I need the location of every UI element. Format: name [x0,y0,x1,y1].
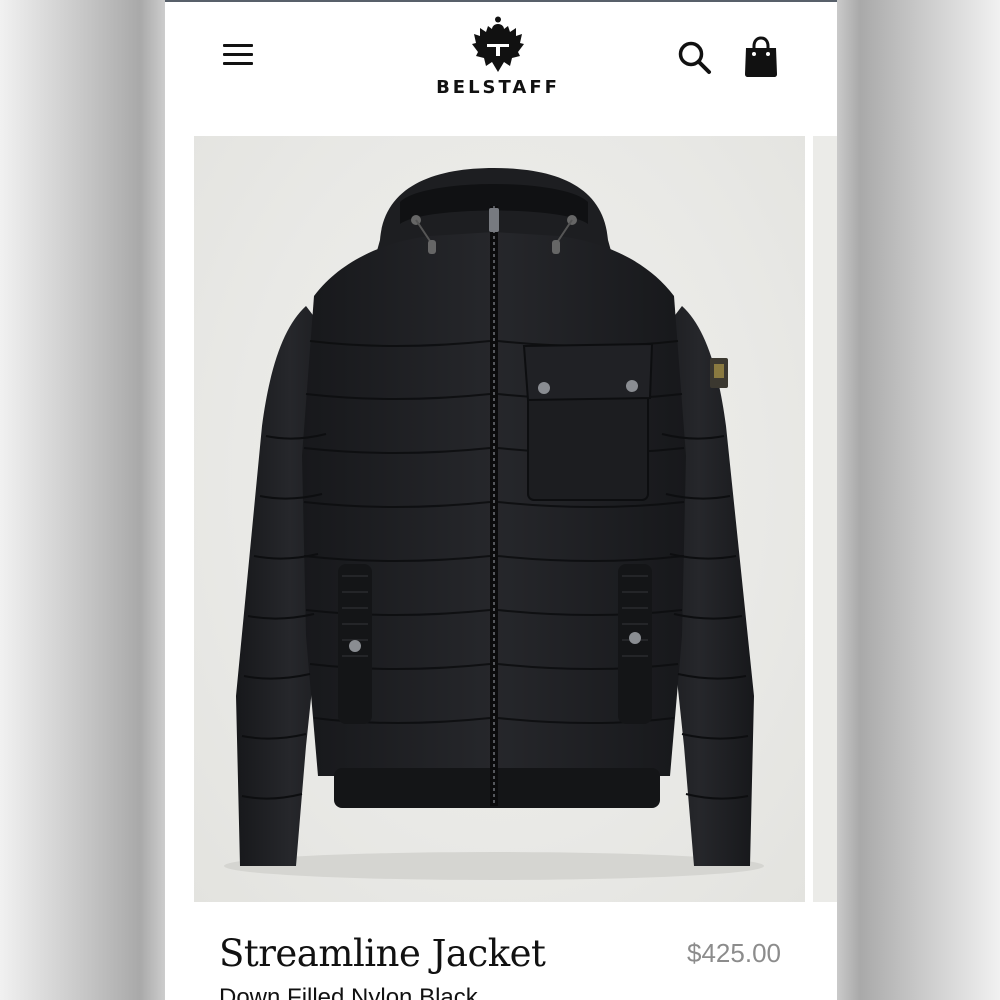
product-subtitle: Down Filled Nylon Black [219,984,478,1000]
brand-wordmark: BELSTAFF [436,77,560,98]
jacket-photo [224,168,764,880]
product-page: BELSTAFF Streamline Jacket $425.00 Down … [165,0,837,1000]
shopping-bag-icon[interactable] [741,36,781,78]
product-image[interactable] [194,136,805,902]
hamburger-menu-icon[interactable] [221,42,255,68]
product-price: $425.00 [687,938,781,968]
product-title[interactable]: Streamline Jacket [219,932,546,975]
product-image-carousel[interactable] [194,136,837,902]
next-product-image-peek[interactable] [813,136,837,902]
site-header: BELSTAFF [165,2,837,114]
search-icon[interactable] [675,38,715,78]
brand-logo[interactable]: BELSTAFF [423,16,573,104]
product-info: Streamline Jacket $425.00 Down Filled Ny… [165,902,837,1000]
phoenix-logo-icon [472,16,524,72]
